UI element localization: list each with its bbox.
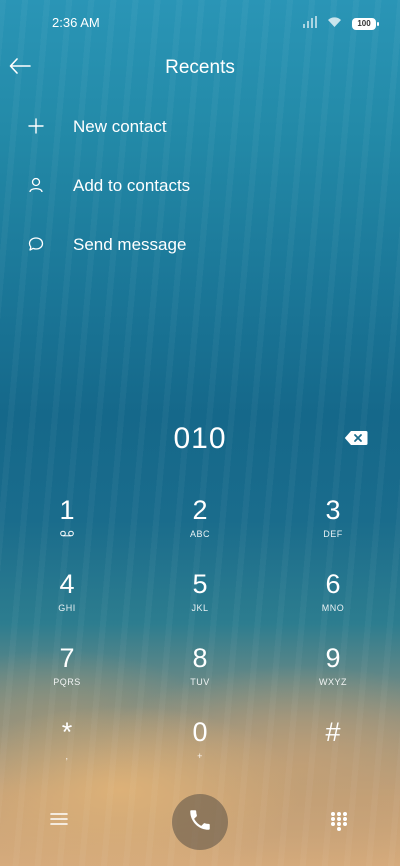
key-0[interactable]: 0 + (155, 716, 245, 778)
send-message-label: Send message (73, 235, 187, 254)
dialed-number: 010 (173, 422, 227, 455)
key-letters: GHI (58, 603, 76, 613)
key-digit: 4 (59, 569, 75, 599)
key-4[interactable]: 4 GHI (22, 568, 112, 630)
key-1[interactable]: 1 (22, 494, 112, 556)
hamburger-icon (50, 813, 68, 831)
action-list: New contact Add to contacts Send message (0, 105, 400, 282)
wifi-icon (327, 15, 342, 33)
voicemail-icon (22, 528, 112, 540)
person-icon (27, 176, 45, 194)
key-7[interactable]: 7 PQRS (22, 642, 112, 704)
message-icon (27, 235, 45, 253)
status-icons: 100 (303, 15, 379, 33)
battery-icon: 100 (352, 18, 379, 30)
key-digit: * (61, 717, 73, 747)
key-letters: , (65, 751, 69, 761)
key-letters: WXYZ (319, 677, 347, 687)
status-bar: 2:36 AM 100 (0, 0, 400, 44)
key-letters: ABC (189, 529, 210, 539)
key-5[interactable]: 5 JKL (155, 568, 245, 630)
key-digit: 1 (59, 495, 75, 525)
key-digit: 2 (192, 495, 208, 525)
key-digit: 0 (192, 717, 208, 747)
key-digit: 9 (325, 643, 341, 673)
key-letters: TUV (190, 677, 210, 687)
key-digit: 5 (192, 569, 208, 599)
key-digit: 7 (59, 643, 75, 673)
key-6[interactable]: 6 MNO (288, 568, 378, 630)
key-digit: 3 (325, 495, 341, 525)
bottom-bar (0, 794, 400, 851)
add-to-contacts-label: Add to contacts (73, 176, 191, 195)
key-digit: 8 (192, 643, 208, 673)
dialpad-toggle-button[interactable] (330, 811, 350, 831)
new-contact-action[interactable]: New contact (0, 105, 400, 164)
key-9[interactable]: 9 WXYZ (288, 642, 378, 704)
key-star[interactable]: * , (22, 716, 112, 778)
key-letters: DEF (323, 529, 343, 539)
status-time: 2:36 AM (52, 15, 100, 30)
plus-icon (27, 117, 45, 135)
page-title: Recents (165, 57, 235, 78)
key-letters: + (197, 751, 203, 761)
key-letters: PQRS (53, 677, 81, 687)
key-digit: 6 (325, 569, 341, 599)
key-letters: MNO (321, 603, 345, 613)
key-3[interactable]: 3 DEF (288, 494, 378, 556)
key-hash[interactable]: # (288, 716, 378, 778)
header: Recents (0, 52, 400, 84)
add-to-contacts-action[interactable]: Add to contacts (0, 164, 400, 223)
backspace-button[interactable] (344, 430, 368, 448)
call-button[interactable] (172, 794, 228, 850)
key-8[interactable]: 8 TUV (155, 642, 245, 704)
phone-icon (187, 807, 213, 838)
key-digit: # (325, 717, 341, 747)
key-letters: JKL (191, 603, 209, 613)
backspace-icon (344, 431, 368, 450)
new-contact-label: New contact (73, 117, 167, 136)
send-message-action[interactable]: Send message (0, 223, 400, 282)
signal-icon (303, 15, 317, 33)
menu-button[interactable] (50, 811, 72, 833)
key-2[interactable]: 2 ABC (155, 494, 245, 556)
dialpad-icon (330, 812, 348, 835)
